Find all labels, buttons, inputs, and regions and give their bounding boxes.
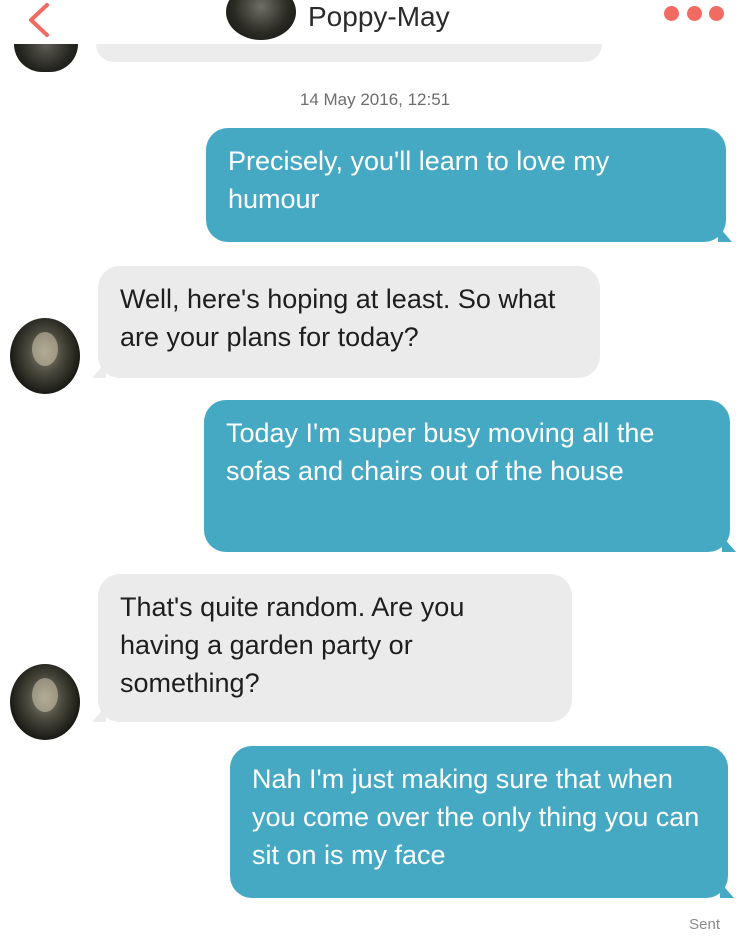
- more-options-button[interactable]: [664, 4, 724, 22]
- received-message-bubble[interactable]: That's quite random. Are you having a ga…: [92, 574, 572, 722]
- sent-message-bubble[interactable]: Precisely, you'll learn to love my humou…: [206, 128, 732, 242]
- message-text: Today I'm super busy moving all the sofa…: [226, 418, 655, 486]
- delivery-status: Sent: [689, 916, 720, 933]
- contact-avatar[interactable]: [10, 664, 80, 740]
- message-timestamp: 14 May 2016, 12:51: [299, 90, 451, 109]
- more-dots-icon: [686, 5, 702, 21]
- received-message-bubble[interactable]: Well, here's hoping at least. So what ar…: [92, 266, 600, 378]
- sent-message-bubble[interactable]: Today I'm super busy moving all the sofa…: [204, 400, 736, 552]
- previous-message-bubble: [96, 44, 602, 62]
- more-dots-icon: [664, 5, 679, 21]
- contact-avatar[interactable]: [10, 318, 80, 394]
- chevron-left-icon: [29, 3, 49, 37]
- previous-message-avatar: [14, 44, 78, 72]
- contact-name[interactable]: Poppy-May: [308, 0, 450, 36]
- message-text: Well, here's hoping at least. So what ar…: [120, 284, 556, 352]
- message-text: Nah I'm just making sure that when you c…: [252, 764, 700, 870]
- sent-message-bubble[interactable]: Nah I'm just making sure that when you c…: [230, 746, 734, 898]
- back-button[interactable]: [18, 0, 58, 40]
- message-text: That's quite random. Are you having a ga…: [120, 592, 465, 698]
- message-text: Precisely, you'll learn to love my humou…: [228, 146, 610, 214]
- contact-avatar[interactable]: [226, 0, 296, 40]
- more-dots-icon: [709, 5, 724, 21]
